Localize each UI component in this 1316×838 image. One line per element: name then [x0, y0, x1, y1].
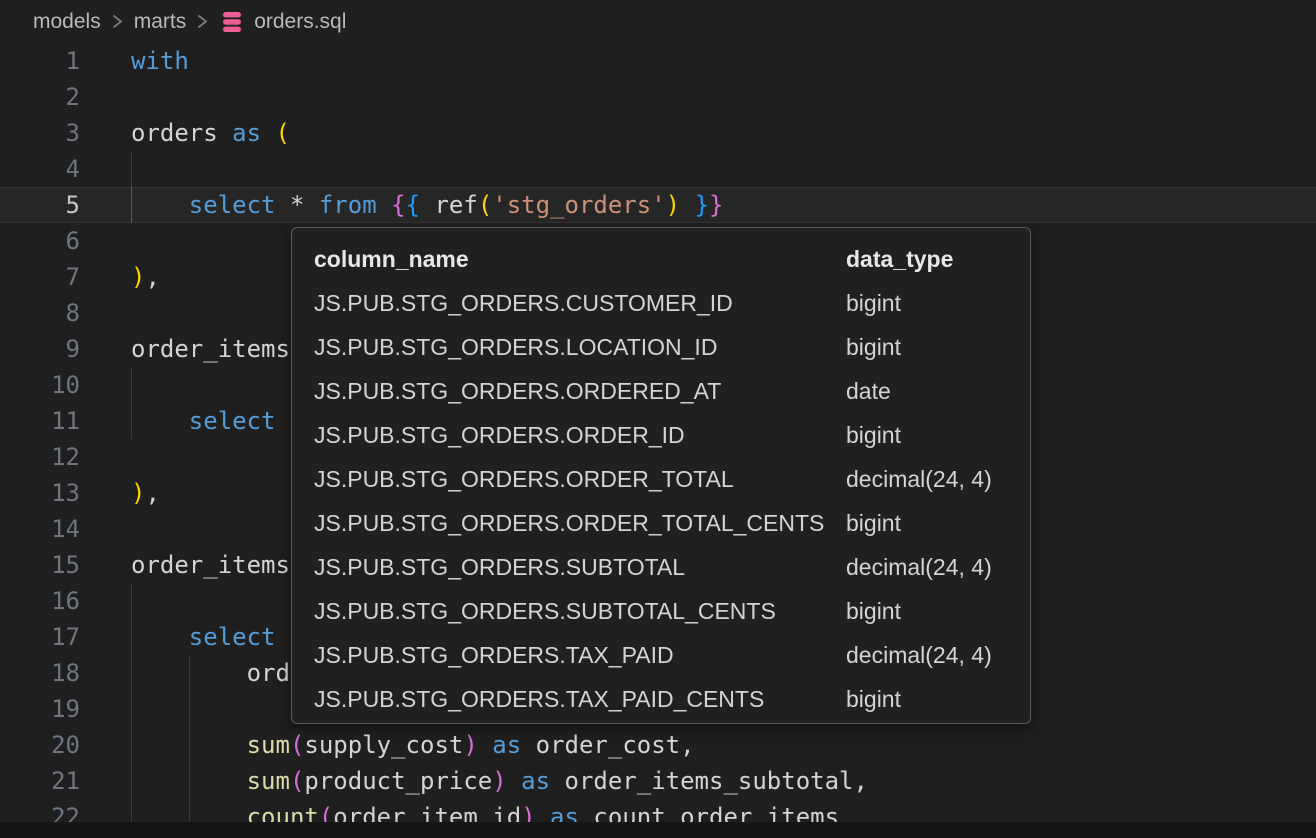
line-number[interactable]: 17 — [0, 619, 80, 655]
code-text: order_items — [80, 331, 290, 367]
line-number[interactable]: 20 — [0, 727, 80, 763]
tooltip-cell-column-name: JS.PUB.STG_ORDERS.SUBTOTAL_CENTS — [314, 598, 846, 625]
tooltip-cell-column-name: JS.PUB.STG_ORDERS.LOCATION_ID — [314, 334, 846, 361]
code-text: select * from {{ ref('stg_orders') }} — [80, 187, 723, 223]
tooltip-cell-data-type: bigint — [846, 334, 1030, 361]
indent-guide — [189, 691, 190, 727]
line-number[interactable]: 2 — [0, 79, 80, 115]
breadcrumb-item-file[interactable]: orders.sql — [254, 10, 346, 34]
code-text: order_items — [80, 547, 290, 583]
tooltip-cell-data-type: bigint — [846, 598, 1030, 625]
tooltip-cell-data-type: bigint — [846, 290, 1030, 317]
code-line-current[interactable]: 5 select * from {{ ref('stg_orders') }} — [0, 187, 1316, 223]
line-number[interactable]: 3 — [0, 115, 80, 151]
column-info-tooltip: column_name data_type JS.PUB.STG_ORDERS.… — [291, 227, 1031, 724]
line-number[interactable]: 8 — [0, 295, 80, 331]
indent-guide — [131, 583, 132, 619]
code-text — [80, 583, 131, 619]
line-number[interactable]: 4 — [0, 151, 80, 187]
tooltip-cell-column-name: JS.PUB.STG_ORDERS.ORDER_ID — [314, 422, 846, 449]
tooltip-row: JS.PUB.STG_ORDERS.TAX_PAIDdecimal(24, 4) — [314, 633, 1030, 677]
code-text — [80, 295, 131, 331]
code-line[interactable]: 4 — [0, 151, 1316, 187]
tooltip-header-data-type: data_type — [846, 246, 1030, 273]
line-number[interactable]: 14 — [0, 511, 80, 547]
line-number[interactable]: 7 — [0, 259, 80, 295]
code-text: orders as ( — [80, 115, 290, 151]
line-number[interactable]: 12 — [0, 439, 80, 475]
tooltip-cell-data-type: decimal(24, 4) — [846, 642, 1030, 669]
code-line[interactable]: 3orders as ( — [0, 115, 1316, 151]
code-text — [80, 691, 131, 727]
tooltip-cell-data-type: bigint — [846, 510, 1030, 537]
tooltip-cell-column-name: JS.PUB.STG_ORDERS.ORDER_TOTAL_CENTS — [314, 510, 846, 537]
line-number[interactable]: 11 — [0, 403, 80, 439]
tooltip-cell-data-type: date — [846, 378, 1030, 405]
tooltip-cell-column-name: JS.PUB.STG_ORDERS.TAX_PAID — [314, 642, 846, 669]
code-line[interactable]: 1with — [0, 43, 1316, 79]
tooltip-header-column-name: column_name — [314, 246, 846, 273]
chevron-right-icon — [195, 13, 210, 30]
code-text: ), — [80, 475, 160, 511]
tooltip-row: JS.PUB.STG_ORDERS.CUSTOMER_IDbigint — [314, 281, 1030, 325]
tooltip-cell-column-name: JS.PUB.STG_ORDERS.ORDER_TOTAL — [314, 466, 846, 493]
code-line[interactable]: 20 sum(supply_cost) as order_cost, — [0, 727, 1316, 763]
code-text: select — [80, 619, 276, 655]
code-text: ord — [80, 655, 290, 691]
indent-guide — [131, 367, 132, 403]
code-text: ), — [80, 259, 160, 295]
line-number[interactable]: 15 — [0, 547, 80, 583]
code-editor-window: models marts orders.sql 1with23orders as… — [0, 0, 1316, 838]
line-number[interactable]: 6 — [0, 223, 80, 259]
code-text — [80, 223, 131, 259]
tooltip-row: JS.PUB.STG_ORDERS.LOCATION_IDbigint — [314, 325, 1030, 369]
code-text — [80, 439, 131, 475]
tooltip-cell-column-name: JS.PUB.STG_ORDERS.ORDERED_AT — [314, 378, 846, 405]
editor-bottom-edge — [0, 822, 1316, 838]
code-text — [80, 511, 131, 547]
tooltip-row: JS.PUB.STG_ORDERS.SUBTOTALdecimal(24, 4) — [314, 545, 1030, 589]
tooltip-rows: JS.PUB.STG_ORDERS.CUSTOMER_IDbigintJS.PU… — [314, 281, 1030, 721]
tooltip-cell-column-name: JS.PUB.STG_ORDERS.TAX_PAID_CENTS — [314, 686, 846, 713]
breadcrumb-item-models[interactable]: models — [33, 10, 101, 34]
code-line[interactable]: 21 sum(product_price) as order_items_sub… — [0, 763, 1316, 799]
code-text — [80, 79, 131, 115]
tooltip-row: JS.PUB.STG_ORDERS.SUBTOTAL_CENTSbigint — [314, 589, 1030, 633]
indent-guide — [131, 151, 132, 187]
tooltip-cell-column-name: JS.PUB.STG_ORDERS.SUBTOTAL — [314, 554, 846, 581]
database-icon — [221, 10, 243, 34]
line-number[interactable]: 9 — [0, 331, 80, 367]
code-text — [80, 367, 131, 403]
breadcrumb-item-marts[interactable]: marts — [134, 10, 187, 34]
line-number[interactable]: 10 — [0, 367, 80, 403]
line-number[interactable]: 13 — [0, 475, 80, 511]
tooltip-cell-column-name: JS.PUB.STG_ORDERS.CUSTOMER_ID — [314, 290, 846, 317]
breadcrumb: models marts orders.sql — [0, 0, 1316, 43]
code-text: with — [80, 43, 189, 79]
code-text: sum(supply_cost) as order_cost, — [80, 727, 695, 763]
chevron-right-icon — [110, 13, 125, 30]
line-number[interactable]: 16 — [0, 583, 80, 619]
tooltip-header-row: column_name data_type — [314, 237, 1030, 281]
tooltip-row: JS.PUB.STG_ORDERS.TAX_PAID_CENTSbigint — [314, 677, 1030, 721]
tooltip-cell-data-type: decimal(24, 4) — [846, 554, 1030, 581]
code-line[interactable]: 2 — [0, 79, 1316, 115]
tooltip-row: JS.PUB.STG_ORDERS.ORDER_IDbigint — [314, 413, 1030, 457]
line-number[interactable]: 1 — [0, 43, 80, 79]
tooltip-row: JS.PUB.STG_ORDERS.ORDERED_ATdate — [314, 369, 1030, 413]
line-number[interactable]: 18 — [0, 655, 80, 691]
code-text: select — [80, 403, 276, 439]
code-text: sum(product_price) as order_items_subtot… — [80, 763, 868, 799]
code-text — [80, 151, 131, 187]
indent-guide — [131, 691, 132, 727]
line-number[interactable]: 5 — [0, 187, 80, 223]
tooltip-cell-data-type: bigint — [846, 422, 1030, 449]
tooltip-cell-data-type: bigint — [846, 686, 1030, 713]
line-number[interactable]: 21 — [0, 763, 80, 799]
tooltip-row: JS.PUB.STG_ORDERS.ORDER_TOTAL_CENTSbigin… — [314, 501, 1030, 545]
line-number[interactable]: 19 — [0, 691, 80, 727]
tooltip-row: JS.PUB.STG_ORDERS.ORDER_TOTALdecimal(24,… — [314, 457, 1030, 501]
tooltip-cell-data-type: decimal(24, 4) — [846, 466, 1030, 493]
